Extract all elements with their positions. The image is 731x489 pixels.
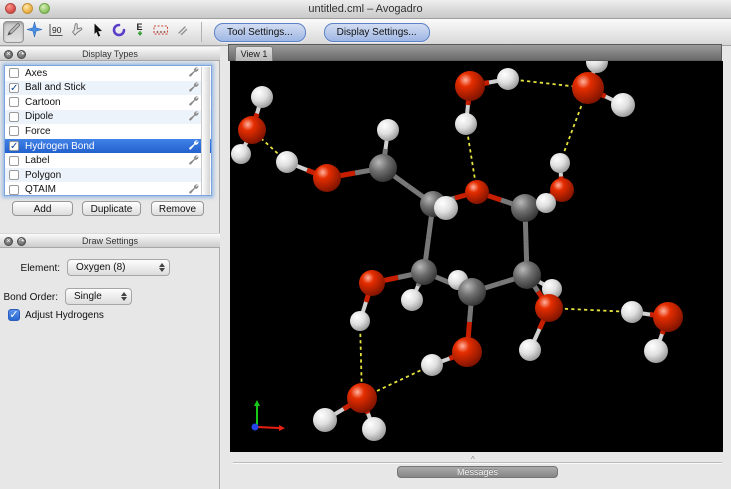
display-type-checkbox[interactable] bbox=[9, 185, 19, 195]
toolbar-separator bbox=[201, 22, 202, 42]
detach-icon[interactable]: ↷ bbox=[17, 237, 26, 246]
display-type-label: Cartoon bbox=[25, 97, 188, 108]
toolbar: 90 E Tool Settings... Display Settings... bbox=[0, 19, 731, 46]
dashed-box-icon bbox=[153, 23, 169, 41]
display-type-checkbox[interactable] bbox=[9, 156, 19, 166]
display-type-row-qtaim[interactable]: QTAIM bbox=[5, 182, 211, 196]
display-type-checkbox[interactable] bbox=[9, 170, 19, 180]
gl-viewport[interactable] bbox=[230, 61, 723, 452]
auto-rotate-tool[interactable] bbox=[108, 21, 129, 43]
messages-divider bbox=[233, 462, 722, 464]
display-types-list[interactable]: Axes ✓ Ball and Stick Cartoon Dipole Force ✓ Hy… bbox=[4, 65, 212, 196]
display-type-row-dipole[interactable]: Dipole bbox=[5, 110, 211, 125]
display-type-row-force[interactable]: Force bbox=[5, 124, 211, 139]
bond-order-value: Single bbox=[74, 289, 102, 304]
wrench-icon[interactable] bbox=[188, 154, 200, 168]
avogadro-window: untitled.cml – Avogadro 90 E Tool Setting… bbox=[0, 0, 731, 489]
display-types-rows: Axes ✓ Ball and Stick Cartoon Dipole Force ✓ Hy… bbox=[5, 66, 211, 196]
tool-settings-button[interactable]: Tool Settings... bbox=[214, 23, 306, 42]
element-dropdown[interactable]: Oxygen (8) bbox=[67, 259, 170, 276]
wrench-icon[interactable] bbox=[188, 139, 200, 153]
wrench-icon[interactable] bbox=[188, 183, 200, 196]
diagonal-lines-icon bbox=[176, 23, 188, 41]
tab-view-1[interactable]: View 1 bbox=[235, 46, 273, 61]
resize-caret-icon: ^ bbox=[471, 455, 475, 464]
display-type-label: Ball and Stick bbox=[25, 82, 188, 93]
adjust-hydrogens-checkbox[interactable]: ✓ bbox=[8, 309, 20, 321]
manipulate-tool[interactable] bbox=[66, 21, 87, 43]
stepper-arrows-icon bbox=[156, 261, 167, 274]
svg-text:90: 90 bbox=[52, 25, 62, 35]
measure-tool[interactable]: 90 bbox=[45, 21, 66, 43]
display-type-checkbox[interactable] bbox=[9, 68, 19, 78]
display-type-label: Polygon bbox=[25, 170, 188, 181]
view-tab-bar: View 1 bbox=[228, 44, 722, 61]
bond-order-dropdown[interactable]: Single bbox=[65, 288, 132, 305]
draw-settings-title: Draw Settings bbox=[0, 234, 220, 248]
list-scrollbar[interactable] bbox=[201, 67, 210, 196]
wrench-icon[interactable] bbox=[188, 95, 200, 109]
display-type-checkbox[interactable] bbox=[9, 97, 19, 107]
star-icon bbox=[27, 22, 42, 42]
display-type-row-label[interactable]: Label bbox=[5, 153, 211, 168]
hand-icon bbox=[70, 23, 84, 42]
bond-order-label: Bond Order: bbox=[0, 292, 58, 303]
display-settings-button[interactable]: Display Settings... bbox=[324, 23, 430, 42]
display-type-label: Hydrogen Bond bbox=[25, 141, 188, 152]
angle-90-icon: 90 bbox=[48, 23, 64, 42]
messages-button[interactable]: Messages bbox=[397, 466, 558, 478]
duplicate-button[interactable]: Duplicate bbox=[82, 201, 141, 216]
display-type-label: Label bbox=[25, 155, 188, 166]
cursor-arrow-icon bbox=[92, 23, 104, 42]
display-types-header: × ↷ Display Types bbox=[0, 46, 220, 61]
add-button[interactable]: Add bbox=[12, 201, 73, 216]
element-label: Element: bbox=[0, 263, 60, 274]
display-type-checkbox[interactable]: ✓ bbox=[9, 83, 19, 93]
display-type-row-ball-and-stick[interactable]: ✓ Ball and Stick bbox=[5, 81, 211, 96]
close-icon[interactable]: × bbox=[4, 50, 13, 59]
display-types-title: Display Types bbox=[0, 47, 220, 61]
wrench-icon[interactable] bbox=[188, 81, 200, 95]
pencil-icon bbox=[6, 22, 21, 42]
adjust-hydrogens-label: Adjust Hydrogens bbox=[25, 310, 104, 321]
title-bar: untitled.cml – Avogadro bbox=[0, 0, 731, 19]
selection-tool[interactable] bbox=[87, 21, 108, 43]
wrench-icon[interactable] bbox=[188, 66, 200, 80]
align-tool[interactable] bbox=[150, 21, 171, 43]
display-type-row-axes[interactable]: Axes bbox=[5, 66, 211, 81]
display-type-checkbox[interactable]: ✓ bbox=[9, 141, 19, 151]
display-type-label: Axes bbox=[25, 68, 188, 79]
element-value: Oxygen (8) bbox=[76, 260, 125, 275]
display-type-row-cartoon[interactable]: Cartoon bbox=[5, 95, 211, 110]
auto-optimize-tool[interactable]: E bbox=[129, 21, 150, 43]
draw-tool[interactable] bbox=[3, 21, 24, 43]
fragment-tool[interactable] bbox=[171, 21, 192, 43]
stepper-arrows-icon bbox=[118, 290, 129, 303]
display-type-checkbox[interactable] bbox=[9, 112, 19, 122]
spiral-icon bbox=[112, 23, 126, 42]
draw-settings-header: × ↷ Draw Settings bbox=[0, 233, 220, 248]
toolbar-tools: 90 E bbox=[3, 21, 192, 43]
optimize-e-icon: E bbox=[134, 22, 146, 42]
display-type-row-hydrogen-bond[interactable]: ✓ Hydrogen Bond bbox=[5, 139, 211, 154]
display-type-label: Dipole bbox=[25, 111, 188, 122]
close-icon[interactable]: × bbox=[4, 237, 13, 246]
display-type-checkbox[interactable] bbox=[9, 126, 19, 136]
svg-text:E: E bbox=[136, 22, 142, 32]
display-type-label: QTAIM bbox=[25, 184, 188, 195]
remove-button[interactable]: Remove bbox=[151, 201, 204, 216]
detach-icon[interactable]: ↷ bbox=[17, 50, 26, 59]
display-type-row-polygon[interactable]: Polygon bbox=[5, 168, 211, 183]
wrench-icon[interactable] bbox=[188, 110, 200, 124]
molecule-svg[interactable] bbox=[230, 61, 723, 452]
display-type-label: Force bbox=[25, 126, 188, 137]
left-panel: × ↷ Display Types Axes ✓ Ball and Stick Car… bbox=[0, 46, 220, 489]
window-title: untitled.cml – Avogadro bbox=[0, 0, 731, 19]
navigate-tool[interactable] bbox=[24, 21, 45, 43]
